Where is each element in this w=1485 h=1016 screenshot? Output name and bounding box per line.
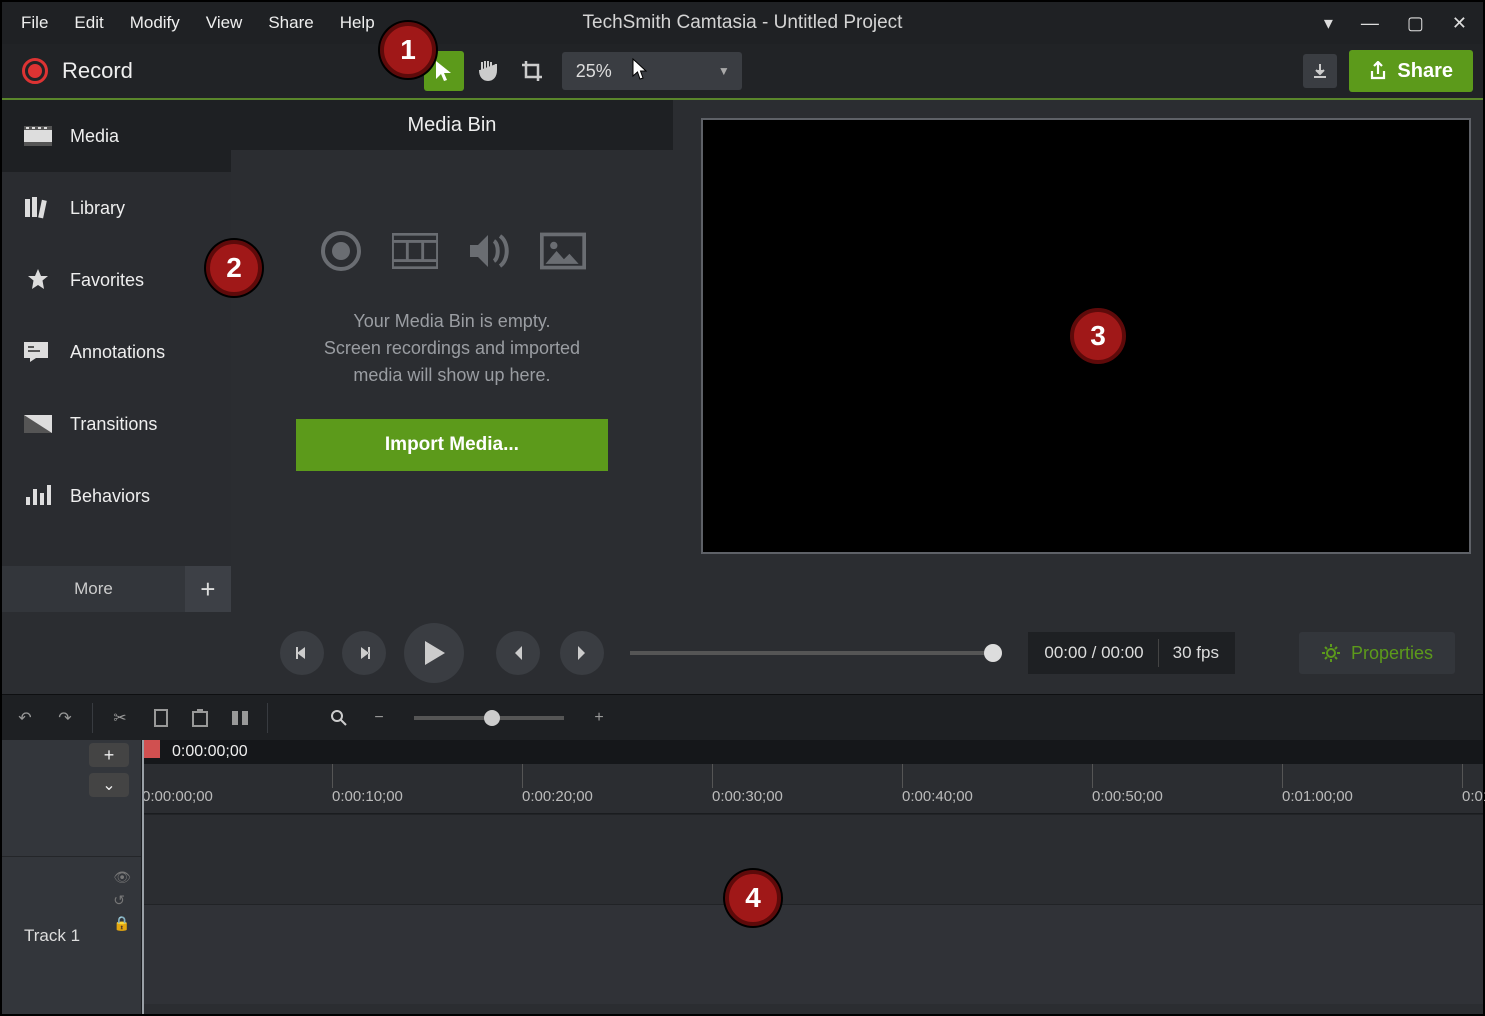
share-label: Share bbox=[1397, 60, 1453, 83]
maximize-icon[interactable]: ▢ bbox=[1407, 13, 1424, 34]
audio-placeholder-icon bbox=[466, 228, 512, 274]
playback-bar: 00:00 / 00:00 30 fps Properties bbox=[2, 612, 1483, 694]
track-label: Track 1 bbox=[24, 926, 80, 946]
callout-badge-4: 4 bbox=[725, 870, 781, 926]
record-label: Record bbox=[62, 58, 133, 84]
download-button[interactable] bbox=[1303, 54, 1337, 88]
time-display: 00:00 / 00:00 30 fps bbox=[1028, 632, 1235, 674]
step-forward-button[interactable] bbox=[560, 631, 604, 675]
timeline-zoom-slider[interactable] bbox=[414, 716, 564, 720]
image-placeholder-icon bbox=[540, 228, 586, 274]
menu-modify[interactable]: Modify bbox=[117, 7, 193, 39]
share-icon bbox=[1369, 61, 1387, 81]
next-frame-button[interactable] bbox=[342, 631, 386, 675]
callout-badge-3: 3 bbox=[1070, 308, 1126, 364]
sidebar-add-button[interactable]: + bbox=[185, 566, 231, 612]
split-button[interactable] bbox=[227, 705, 253, 731]
sidebar-more-button[interactable]: More bbox=[2, 566, 185, 612]
sidebar-label: Media bbox=[70, 126, 119, 147]
zoom-search-icon[interactable] bbox=[326, 705, 352, 731]
star-icon bbox=[24, 269, 52, 291]
sidebar-label: Behaviors bbox=[70, 486, 150, 507]
track-lane-1[interactable] bbox=[142, 904, 1483, 1004]
media-bin-panel: Media Bin Your Media Bin is empty. Scree… bbox=[231, 100, 673, 612]
chevron-down-icon: ▼ bbox=[718, 64, 730, 78]
menu-view[interactable]: View bbox=[193, 7, 256, 39]
zoom-in-button[interactable]: + bbox=[586, 705, 612, 731]
film-placeholder-icon bbox=[392, 228, 438, 274]
timeline-toolbar: ↶ ↷ ✂ − + bbox=[2, 694, 1483, 740]
sidebar-item-behaviors[interactable]: Behaviors bbox=[2, 460, 231, 532]
sidebar-item-media[interactable]: Media bbox=[2, 100, 231, 172]
panel-title: Media Bin bbox=[231, 100, 673, 150]
title-bar: TechSmith Camtasia - Untitled Project Fi… bbox=[2, 2, 1483, 44]
menu-help[interactable]: Help bbox=[327, 7, 388, 39]
media-icon bbox=[24, 125, 52, 147]
cut-button[interactable]: ✂ bbox=[107, 705, 133, 731]
crop-tool-button[interactable] bbox=[512, 51, 552, 91]
step-back-button[interactable] bbox=[496, 631, 540, 675]
zoom-value: 25% bbox=[576, 61, 612, 82]
revert-icon[interactable]: ↺ bbox=[113, 892, 131, 909]
properties-button[interactable]: Properties bbox=[1299, 632, 1455, 674]
sidebar-label: Library bbox=[70, 198, 125, 219]
collapse-tracks-button[interactable]: ⌄ bbox=[89, 773, 129, 797]
behaviors-icon bbox=[24, 485, 52, 507]
gear-icon bbox=[1321, 643, 1341, 663]
sidebar-label: Annotations bbox=[70, 342, 165, 363]
import-media-button[interactable]: Import Media... bbox=[296, 419, 608, 471]
undo-button[interactable]: ↶ bbox=[12, 705, 38, 731]
seek-slider[interactable] bbox=[630, 651, 1002, 655]
lock-icon[interactable]: 🔒 bbox=[113, 915, 131, 932]
library-icon bbox=[24, 197, 52, 219]
track-header[interactable]: Track 1 👁 ↺ 🔒 bbox=[2, 856, 141, 1014]
copy-button[interactable] bbox=[147, 705, 173, 731]
sidebar-item-transitions[interactable]: Transitions bbox=[2, 388, 231, 460]
close-icon[interactable]: ✕ bbox=[1452, 13, 1467, 34]
transition-icon bbox=[24, 413, 52, 435]
sidebar: Media Library Favorites Annotations Tran… bbox=[2, 100, 231, 612]
empty-media-text: Your Media Bin is empty. Screen recordin… bbox=[324, 308, 580, 389]
sidebar-item-favorites[interactable]: Favorites bbox=[2, 244, 231, 316]
prev-frame-button[interactable] bbox=[280, 631, 324, 675]
callout-badge-1: 1 bbox=[380, 22, 436, 78]
record-button[interactable]: Record bbox=[12, 54, 143, 88]
mouse-cursor-icon bbox=[632, 58, 650, 82]
paste-button[interactable] bbox=[187, 705, 213, 731]
record-placeholder-icon bbox=[318, 228, 364, 274]
zoom-out-button[interactable]: − bbox=[366, 705, 392, 731]
zoom-dropdown[interactable]: 25% ▼ bbox=[562, 52, 742, 90]
timeline-ruler[interactable]: 0:00:00;00 0:00:10;00 0:00:20;00 0:00:30… bbox=[142, 764, 1483, 814]
pan-tool-button[interactable] bbox=[468, 51, 508, 91]
playhead-marker[interactable] bbox=[142, 740, 160, 758]
sidebar-label: Transitions bbox=[70, 414, 157, 435]
playhead-row[interactable]: 0:00:00;00 bbox=[142, 740, 1483, 764]
menu-share[interactable]: Share bbox=[255, 7, 326, 39]
chevron-down-icon[interactable]: ▾ bbox=[1324, 13, 1333, 34]
sidebar-item-library[interactable]: Library bbox=[2, 172, 231, 244]
sidebar-item-annotations[interactable]: Annotations bbox=[2, 316, 231, 388]
annotation-icon bbox=[24, 341, 52, 363]
add-track-button[interactable]: + bbox=[89, 743, 129, 767]
track-lane-empty[interactable] bbox=[142, 814, 1483, 904]
play-button[interactable] bbox=[404, 623, 464, 683]
record-icon bbox=[22, 58, 48, 84]
callout-badge-2: 2 bbox=[206, 240, 262, 296]
playhead-line bbox=[142, 740, 144, 1014]
menu-edit[interactable]: Edit bbox=[61, 7, 116, 39]
playhead-time: 0:00:00;00 bbox=[172, 743, 248, 761]
record-toolbar: Record 25% ▼ Share bbox=[2, 44, 1483, 100]
redo-button[interactable]: ↷ bbox=[52, 705, 78, 731]
sidebar-label: Favorites bbox=[70, 270, 144, 291]
minimize-icon[interactable]: — bbox=[1361, 13, 1379, 34]
share-button[interactable]: Share bbox=[1349, 50, 1473, 92]
eye-icon[interactable]: 👁 bbox=[113, 869, 131, 886]
menu-file[interactable]: File bbox=[8, 7, 61, 39]
